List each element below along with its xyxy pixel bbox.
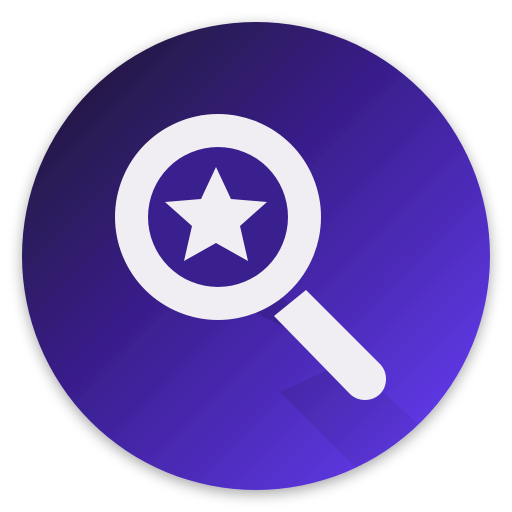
app-icon-canvas	[0, 0, 512, 512]
magnifier-star-icon[interactable]	[0, 0, 512, 512]
